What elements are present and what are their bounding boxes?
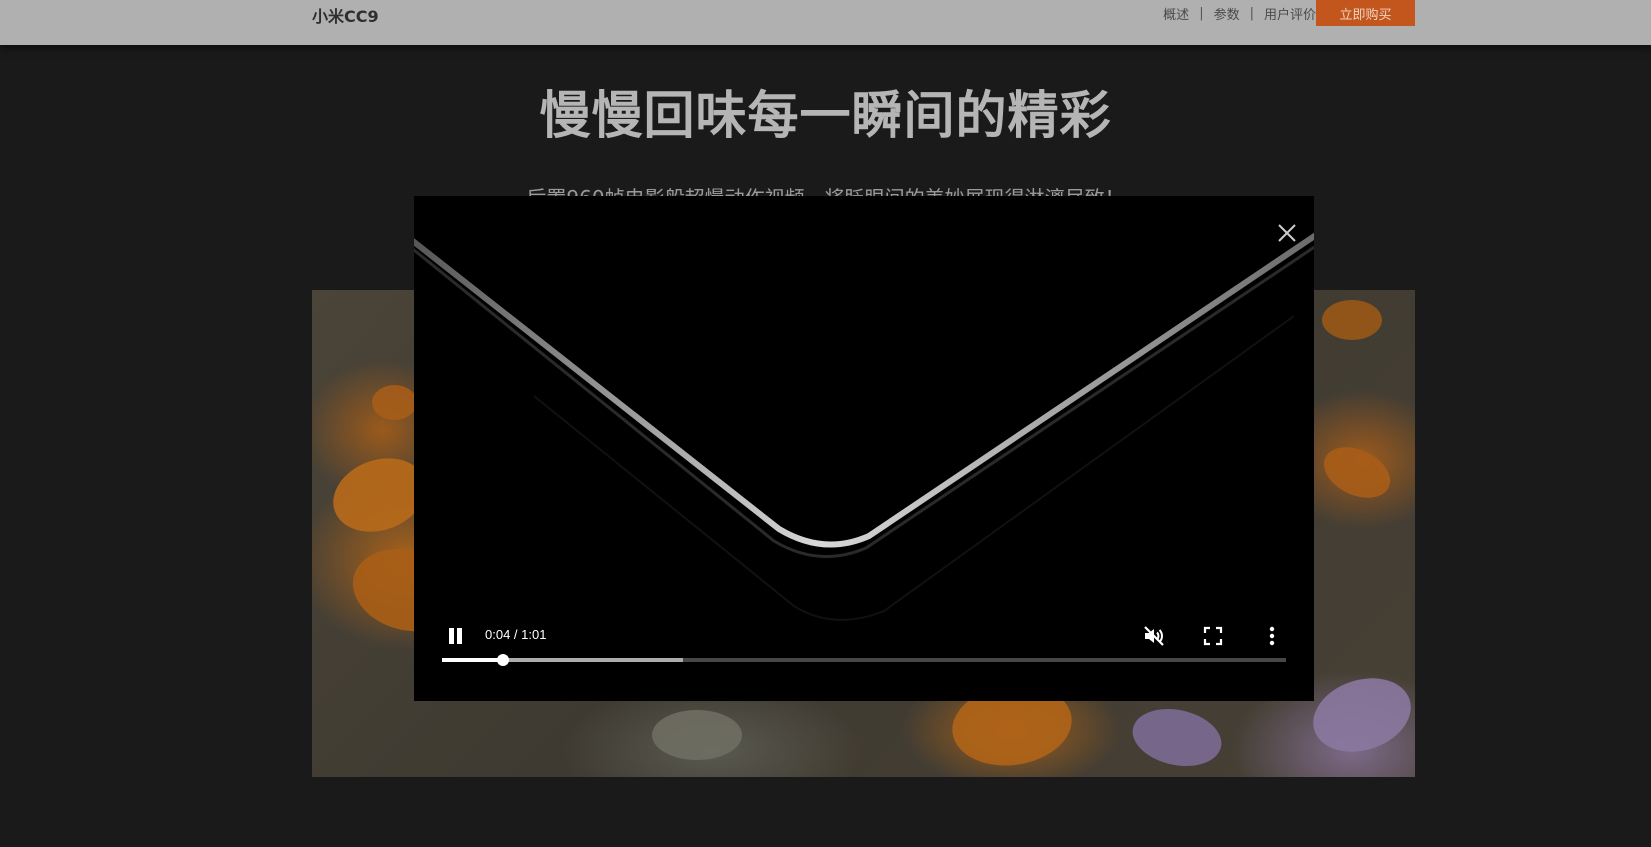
volume-muted-icon[interactable] — [1142, 624, 1166, 648]
video-controls: 0:04 / 1:01 — [414, 611, 1314, 701]
section-headline: 慢慢回味每一瞬间的精彩 — [539, 87, 1112, 146]
pause-icon[interactable] — [444, 625, 466, 647]
product-name[interactable]: 小米CC9 — [312, 3, 379, 27]
nav-separator: | — [1249, 6, 1254, 21]
nav-link-reviews[interactable]: 用户评价 — [1264, 4, 1316, 23]
seek-thumb[interactable] — [496, 654, 509, 666]
nav-link-overview[interactable]: 概述 — [1163, 4, 1189, 23]
more-options-icon[interactable] — [1260, 624, 1284, 648]
nav-link-specs[interactable]: 参数 — [1214, 4, 1240, 23]
buy-now-button[interactable]: 立即购买 — [1316, 0, 1415, 26]
fullscreen-icon[interactable] — [1201, 624, 1225, 648]
nav-links: 概述 | 参数 | 用户评价 — [1163, 4, 1316, 23]
video-modal: 0:04 / 1:01 — [414, 196, 1314, 701]
played-bar — [442, 658, 503, 662]
time-display: 0:04 / 1:01 — [485, 627, 547, 642]
top-navbar: 小米CC9 概述 | 参数 | 用户评价 立即购买 — [0, 0, 1651, 45]
nav-separator: | — [1199, 6, 1204, 21]
close-icon[interactable] — [1276, 222, 1298, 244]
seek-bar[interactable] — [442, 654, 1286, 666]
